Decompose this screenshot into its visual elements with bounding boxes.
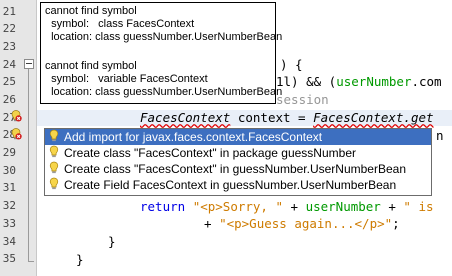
fold-guide xyxy=(28,69,29,261)
code-error-call: FacesContext.get xyxy=(313,110,434,125)
tooltip-symbol: symbol: variable FacesContext xyxy=(45,73,208,85)
lightbulb-icon xyxy=(49,177,59,190)
line-number: 31 xyxy=(2,181,16,194)
quick-fix-item[interactable]: Create class "FacesContext" in package g… xyxy=(45,145,431,161)
code-keyword: return xyxy=(140,199,186,214)
code-text: 1l) && ( xyxy=(276,74,337,89)
line-number: 22 xyxy=(2,22,16,35)
code-line-32[interactable]: return "<p>Sorry, " + userNumber + " is xyxy=(140,199,434,215)
line-number: 23 xyxy=(2,40,16,53)
line-number: 21 xyxy=(2,5,16,18)
code-line-33[interactable]: + "<p>Guess again...</p>"; xyxy=(204,216,400,232)
code-line-25[interactable]: 1l) && (userNumber.com xyxy=(276,74,442,90)
code-operator: + xyxy=(204,216,220,231)
code-field-reference: userNumber xyxy=(305,199,381,214)
code-line-35[interactable]: } xyxy=(76,252,84,268)
tooltip-location: location: class guessNumber.UserNumberBe… xyxy=(45,86,283,98)
tooltip-symbol: symbol: class FacesContext xyxy=(45,18,195,30)
lightbulb-icon xyxy=(49,161,59,174)
quick-fix-item[interactable]: Create Field FacesContext in guessNumber… xyxy=(45,177,431,193)
fold-collapse-icon[interactable] xyxy=(24,59,34,69)
line-number: 30 xyxy=(2,164,16,177)
line-number: 25 xyxy=(2,75,16,88)
code-comment: session xyxy=(276,92,329,107)
tooltip-title: cannot find symbol xyxy=(45,5,137,17)
code-line-27[interactable]: FacesContext context = FacesContext.get xyxy=(37,110,452,126)
code-operator: + xyxy=(283,199,306,214)
error-hint-icon[interactable] xyxy=(10,128,22,140)
quick-fix-popup[interactable]: Add import for javax.faces.context.Faces… xyxy=(44,128,432,196)
line-number: 34 xyxy=(2,235,16,248)
fold-guide-end xyxy=(28,261,34,262)
code-line-24[interactable]: ) { xyxy=(280,57,303,73)
lightbulb-icon xyxy=(49,129,59,142)
code-text: ) { xyxy=(280,57,303,72)
line-number: 29 xyxy=(2,146,16,159)
tooltip-spacer xyxy=(45,44,271,60)
quick-fix-label: Create Field FacesContext in guessNumber… xyxy=(64,178,397,192)
code-brace: } xyxy=(76,252,84,267)
code-operator: + xyxy=(380,199,404,214)
code-line-26[interactable]: session xyxy=(276,92,329,108)
lightbulb-icon xyxy=(49,145,59,158)
quick-fix-label: Add import for javax.faces.context.Faces… xyxy=(64,130,323,144)
code-brace: } xyxy=(108,234,116,249)
code-line-28[interactable]: n xyxy=(436,128,444,144)
line-number: 24 xyxy=(2,58,16,71)
code-field-reference: userNumber xyxy=(336,74,412,89)
code-string: " is xyxy=(403,199,434,214)
tooltip-title: cannot find symbol xyxy=(45,60,137,72)
quick-fix-label: Create class "FacesContext" in guessNumb… xyxy=(64,162,406,176)
code-string: "<p>Sorry, " xyxy=(192,199,283,214)
line-number: 33 xyxy=(2,217,16,230)
error-hint-icon[interactable] xyxy=(10,110,22,122)
code-text: ; xyxy=(392,216,400,231)
quick-fix-label: Create class "FacesContext" in package g… xyxy=(64,146,356,160)
code-text: .com xyxy=(411,74,442,89)
code-editor[interactable]: 21 22 23 24 25 26 27 28 29 30 31 32 33 3… xyxy=(0,0,452,276)
code-text: n xyxy=(436,128,444,143)
error-tooltip: cannot find symbol symbol: class FacesCo… xyxy=(40,2,283,104)
tooltip-location: location: class guessNumber.UserNumberBe… xyxy=(45,31,283,43)
line-number: 35 xyxy=(2,252,16,265)
code-line-34[interactable]: } xyxy=(108,234,116,250)
code-text: context = xyxy=(230,110,314,125)
code-string: "<p>Guess again...</p>" xyxy=(219,216,393,231)
quick-fix-item[interactable]: Create class "FacesContext" in guessNumb… xyxy=(45,161,431,177)
quick-fix-item[interactable]: Add import for javax.faces.context.Faces… xyxy=(45,129,431,145)
line-number: 32 xyxy=(2,199,16,212)
line-number: 26 xyxy=(2,93,16,106)
code-error-type: FacesContext xyxy=(140,110,231,125)
